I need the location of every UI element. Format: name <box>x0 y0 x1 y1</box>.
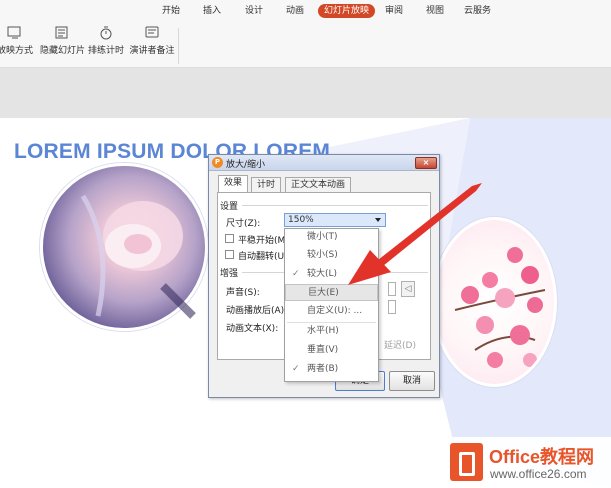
red-arrow-annotation <box>348 183 482 285</box>
watermark-title: Office教程网 <box>489 447 595 467</box>
watermark-url: www.office26.com <box>490 467 587 481</box>
office-logo-icon <box>450 443 483 481</box>
watermark: Office教程网 www.office26.com <box>444 437 611 488</box>
